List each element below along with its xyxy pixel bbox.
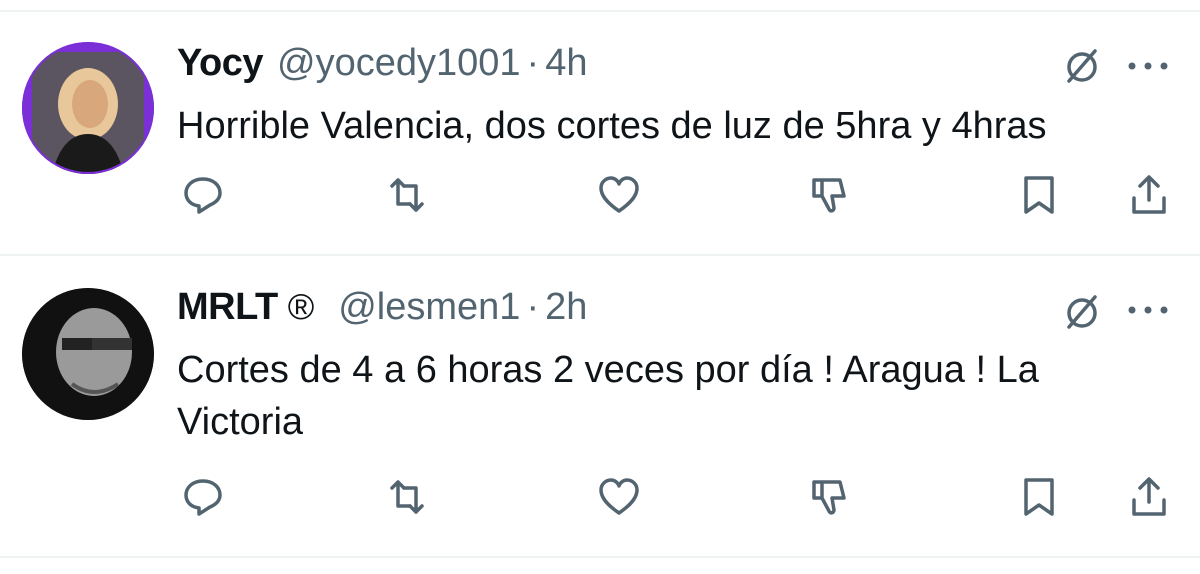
display-name[interactable]: MRLT: [177, 286, 278, 329]
avatar[interactable]: [22, 288, 154, 420]
like-icon[interactable]: [596, 172, 642, 218]
separator: ·: [526, 286, 540, 328]
separator: ·: [526, 42, 540, 84]
share-icon[interactable]: [1126, 474, 1172, 520]
grok-icon[interactable]: [1062, 46, 1102, 86]
grok-icon[interactable]: [1062, 292, 1102, 332]
timestamp[interactable]: 2h: [545, 286, 587, 329]
reply-icon[interactable]: [180, 474, 226, 520]
bookmark-icon[interactable]: [1016, 172, 1062, 218]
timestamp[interactable]: 4h: [545, 42, 587, 85]
registered-badge: ®: [287, 286, 315, 327]
tweet-text: Horrible Valencia, dos cortes de luz de …: [177, 105, 1047, 147]
more-icon[interactable]: [1126, 60, 1170, 72]
user-handle[interactable]: @yocedy1001: [277, 42, 521, 85]
like-icon[interactable]: [596, 474, 642, 520]
reply-icon[interactable]: [180, 172, 226, 218]
avatar[interactable]: [22, 42, 154, 174]
tweet-header: MRLT ® @lesmen1 · 2h: [177, 286, 587, 329]
tweet-header: Yocy @yocedy1001 · 4h: [177, 42, 587, 85]
tweet-text: Cortes de 4 a 6 horas 2 veces por día ! …: [177, 349, 1039, 443]
repost-icon[interactable]: [384, 172, 430, 218]
bottom-divider: [0, 556, 1200, 558]
tweet[interactable]: Yocy @yocedy1001 · 4h Horrible Valencia,…: [0, 0, 1200, 254]
share-icon[interactable]: [1126, 172, 1172, 218]
tweet[interactable]: MRLT ® @lesmen1 · 2h Cortes de 4 a 6 hor…: [0, 256, 1200, 556]
downvote-icon[interactable]: [806, 172, 852, 218]
display-name[interactable]: Yocy: [177, 42, 264, 85]
action-bar: [0, 474, 1200, 524]
action-bar: [0, 172, 1200, 222]
repost-icon[interactable]: [384, 474, 430, 520]
downvote-icon[interactable]: [806, 474, 852, 520]
bookmark-icon[interactable]: [1016, 474, 1062, 520]
user-handle[interactable]: @lesmen1: [338, 286, 520, 329]
more-icon[interactable]: [1126, 304, 1170, 316]
